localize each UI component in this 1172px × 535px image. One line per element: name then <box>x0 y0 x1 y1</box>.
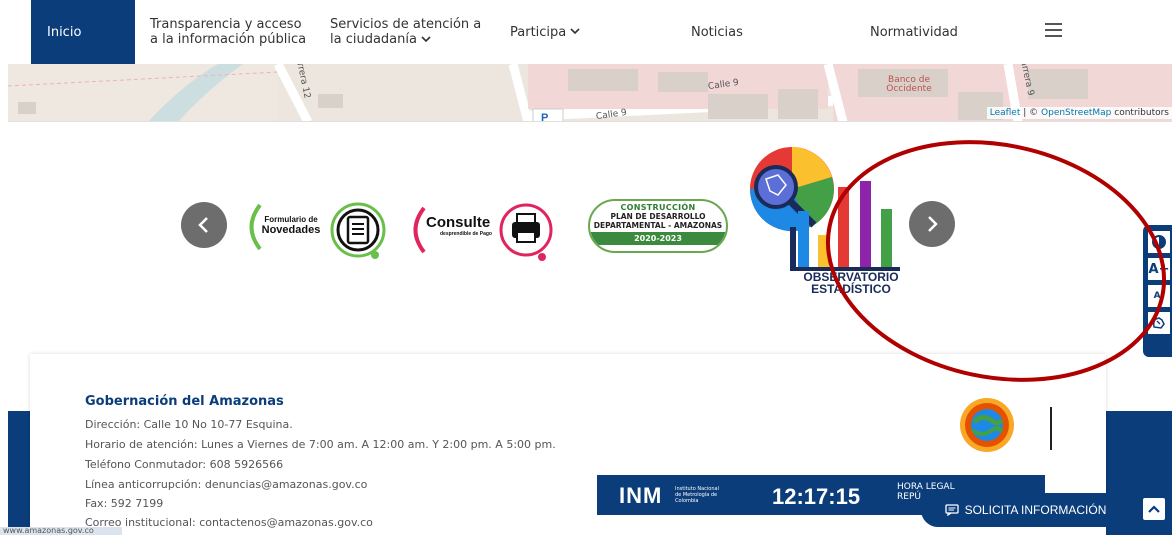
chevron-right-icon <box>928 216 938 232</box>
footer-hours: Horario de atención: Lunes a Viernes de … <box>85 438 556 451</box>
hamburger-icon[interactable] <box>1045 23 1062 37</box>
footer-email: Correo institucional: contactenos@amazon… <box>85 516 373 529</box>
contrast-icon[interactable] <box>1148 231 1170 253</box>
solicita-informacion-button[interactable]: SOLICITA INFORMACIÓN <box>921 493 1130 527</box>
nav-servicios[interactable]: Servicios de atención a la ciudadanía <box>330 0 481 64</box>
chat-icon <box>944 504 959 516</box>
slide-formulario[interactable]: Formulario de Novedades <box>238 195 388 260</box>
accessibility-toolbar: A+ A- <box>1143 225 1172 357</box>
slide-plan-desarrollo[interactable]: CONSTRUCCIÓN PLAN DE DESARROLLO DEPARTAM… <box>588 199 728 253</box>
slide-consulte[interactable]: Consulte desprendible de Pago <box>404 200 554 265</box>
footer-fax: Fax: 592 7199 <box>85 497 164 510</box>
footer-divider <box>1050 407 1052 450</box>
sign-language-icon[interactable] <box>1148 312 1170 334</box>
footer-anticorruption: Línea anticorrupción: denuncias@amazonas… <box>85 478 368 491</box>
chevron-up-icon <box>1148 505 1160 513</box>
map-attribution: Leaflet | © OpenStreetMap contributors <box>986 107 1172 119</box>
location-map[interactable]: P Carrera 12 Calle 9 Calle 9 Carrera 9 B… <box>8 64 1172 122</box>
org-name: Gobernación del Amazonas <box>85 394 284 409</box>
nav-transparencia[interactable]: Transparencia y acceso a la información p… <box>150 0 306 64</box>
status-bar-url: www.amazonas.gov.co <box>0 527 122 535</box>
svg-text:P: P <box>541 112 548 122</box>
footer-phone: Teléfono Conmutador: 608 5926566 <box>85 458 284 471</box>
chevron-down-icon <box>421 33 431 48</box>
nav-normatividad[interactable]: Normatividad <box>870 0 958 64</box>
carousel-prev-button[interactable] <box>181 202 227 248</box>
gobernacion-logo <box>960 398 1014 452</box>
back-to-top-button[interactable] <box>1141 496 1167 522</box>
nav-participa[interactable]: Participa <box>510 0 580 64</box>
main-nav: Inicio Transparencia y acceso a la inform… <box>0 0 1172 64</box>
nav-inicio[interactable]: Inicio <box>31 0 135 64</box>
observatorio-title: OBSERVATORIO ESTADÍSTICO <box>803 270 899 296</box>
nav-noticias[interactable]: Noticias <box>691 0 743 64</box>
inm-logo: INM <box>619 483 663 508</box>
chevron-left-icon <box>198 217 208 233</box>
carousel-next-button[interactable] <box>909 201 955 247</box>
osm-link[interactable]: OpenStreetMap <box>1041 108 1111 118</box>
decrease-font-button[interactable]: A- <box>1148 285 1170 307</box>
footer-address: Dirección: Calle 10 No 10-77 Esquina. <box>85 418 293 431</box>
increase-font-button[interactable]: A+ <box>1148 258 1170 280</box>
legal-time: 12:17:15 <box>772 484 861 509</box>
leaflet-link[interactable]: Leaflet <box>990 108 1021 118</box>
chevron-down-icon <box>570 25 580 40</box>
